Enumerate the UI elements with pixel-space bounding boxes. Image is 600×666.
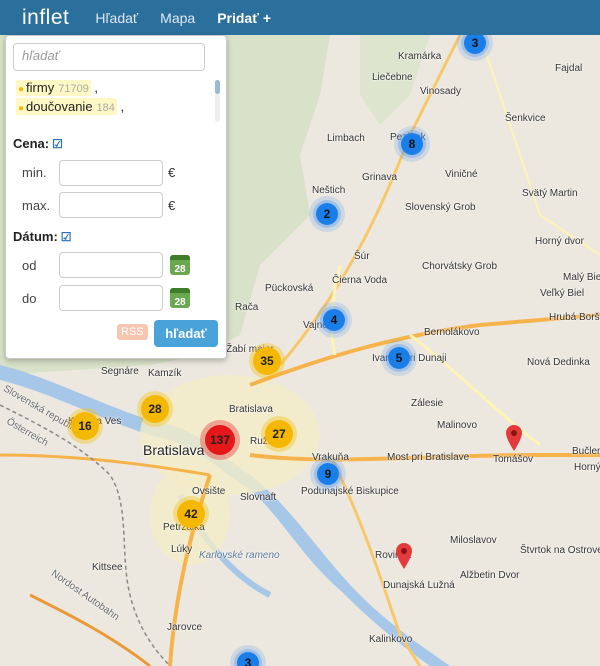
search-panel: hľadať ● firmy 71709 , ● doučovanie 184 , Ce… [5, 35, 227, 359]
place-label: Čierna Voda [332, 275, 388, 286]
place-label: Bratislava [229, 404, 273, 415]
road-label: Pückovská [265, 283, 314, 294]
place-label: Segnáre [101, 366, 139, 377]
currency-label: € [168, 198, 176, 213]
place-label: Alžbetin Dvor [460, 570, 520, 581]
top-navbar: inflet Hľadať Mapa Pridať + [0, 0, 600, 35]
place-label: Malinovo [437, 420, 478, 431]
place-label: Kittsee [92, 562, 123, 573]
place-label: Limbach [327, 133, 365, 144]
calendar-icon[interactable]: 28 [170, 255, 190, 275]
place-label: Kamzík [148, 368, 182, 379]
bullet-icon: ● [18, 84, 25, 95]
scroll-thumb[interactable] [215, 80, 220, 94]
place-label: Šenkvice [505, 113, 546, 124]
rss-button[interactable]: RSS [117, 324, 148, 340]
nav-map-link[interactable]: Mapa [160, 10, 195, 26]
tag-scrollbar[interactable] [215, 80, 220, 122]
place-label: Horný Janíkovce [574, 462, 600, 473]
place-label: Šúr [354, 251, 370, 262]
place-label: Štvrtok na Ostrove [520, 545, 600, 556]
map-cluster[interactable]: 16 [71, 412, 99, 440]
map-cluster[interactable]: 27 [265, 420, 293, 448]
place-label: Slovnaft [240, 492, 277, 503]
tag-item[interactable]: ● firmy 71709 , [16, 80, 216, 96]
city-label: Bratislava [143, 442, 205, 458]
map-cluster[interactable]: 8 [401, 133, 423, 155]
place-label: Veľký Biel [540, 288, 585, 299]
map-cluster[interactable]: 2 [316, 203, 338, 225]
place-label: Podunajské Biskupice [301, 486, 399, 497]
place-label: Lúky [171, 544, 193, 555]
checkbox-checked-icon[interactable]: ☑ [61, 230, 72, 244]
place-label: Svätý Martin [522, 188, 578, 199]
place-label: Malý Biel [563, 272, 600, 283]
price-section-title: Cena: ☑ [13, 136, 63, 151]
place-label: Liečebne [372, 72, 413, 83]
nav-add-link[interactable]: Pridať + [217, 10, 271, 26]
place-label: Dunajská Lužná [383, 580, 455, 591]
place-label: Ovsište [192, 486, 226, 497]
place-label: Rača [235, 302, 259, 313]
map-cluster[interactable]: 42 [177, 500, 205, 528]
map-cluster[interactable]: 137 [205, 425, 235, 455]
map-cluster[interactable]: 28 [141, 395, 169, 423]
map-cluster[interactable]: 9 [317, 463, 339, 485]
map-pin[interactable] [396, 543, 412, 569]
search-button[interactable]: hľadať [154, 320, 218, 347]
place-label: Zálesie [411, 398, 444, 409]
map-cluster[interactable]: 4 [323, 309, 345, 331]
search-input[interactable]: hľadať [13, 43, 205, 71]
min-price-input[interactable] [59, 160, 163, 186]
place-label: Fajdal [555, 63, 583, 74]
nav-search-link[interactable]: Hľadať [95, 10, 138, 26]
date-from-input[interactable] [59, 252, 163, 278]
place-label: Viničné [445, 169, 478, 180]
water-label: Karlovské rameno [199, 550, 280, 561]
map-pin[interactable] [506, 425, 522, 451]
from-label: od [22, 258, 37, 273]
currency-label: € [168, 165, 176, 180]
place-label: Bučlen [572, 446, 600, 457]
max-label: max. [22, 198, 51, 213]
place-label: Horný dvor [535, 236, 584, 247]
place-label: Grinava [362, 172, 398, 183]
place-label: Hrubá Borša [549, 312, 600, 323]
place-label: Bernolákovo [424, 327, 480, 338]
map-cluster[interactable]: 35 [253, 347, 281, 375]
place-label: Vrakuňa [312, 452, 349, 463]
date-to-input[interactable] [59, 285, 163, 311]
checkbox-checked-icon[interactable]: ☑ [52, 137, 63, 151]
place-label: Vinosady [420, 86, 461, 97]
place-label: Jarovce [167, 622, 203, 633]
place-label: Neštich [312, 185, 346, 196]
min-label: min. [22, 165, 47, 180]
place-label: Most pri Bratislave [387, 452, 470, 463]
to-label: do [22, 291, 37, 306]
map-cluster[interactable]: 5 [388, 347, 410, 369]
max-price-input[interactable] [59, 192, 163, 218]
bullet-icon: ● [18, 103, 25, 114]
place-label: Slovenský Grob [405, 202, 476, 213]
place-label: Kalinkovo [369, 634, 413, 645]
tag-list[interactable]: ● firmy 71709 , ● doučovanie 184 , [16, 80, 216, 122]
brand-logo[interactable]: inflet [22, 6, 69, 30]
place-label: Nová Dedinka [527, 357, 590, 368]
place-label: Kramárka [398, 51, 442, 62]
tag-item[interactable]: ● doučovanie 184 , [16, 98, 216, 115]
place-label: Miloslavov [450, 535, 497, 546]
date-section-title: Dátum: ☑ [13, 229, 72, 244]
calendar-icon[interactable]: 28 [170, 288, 190, 308]
place-label: Tomášov [493, 454, 534, 465]
place-label: Chorvátsky Grob [422, 261, 498, 272]
